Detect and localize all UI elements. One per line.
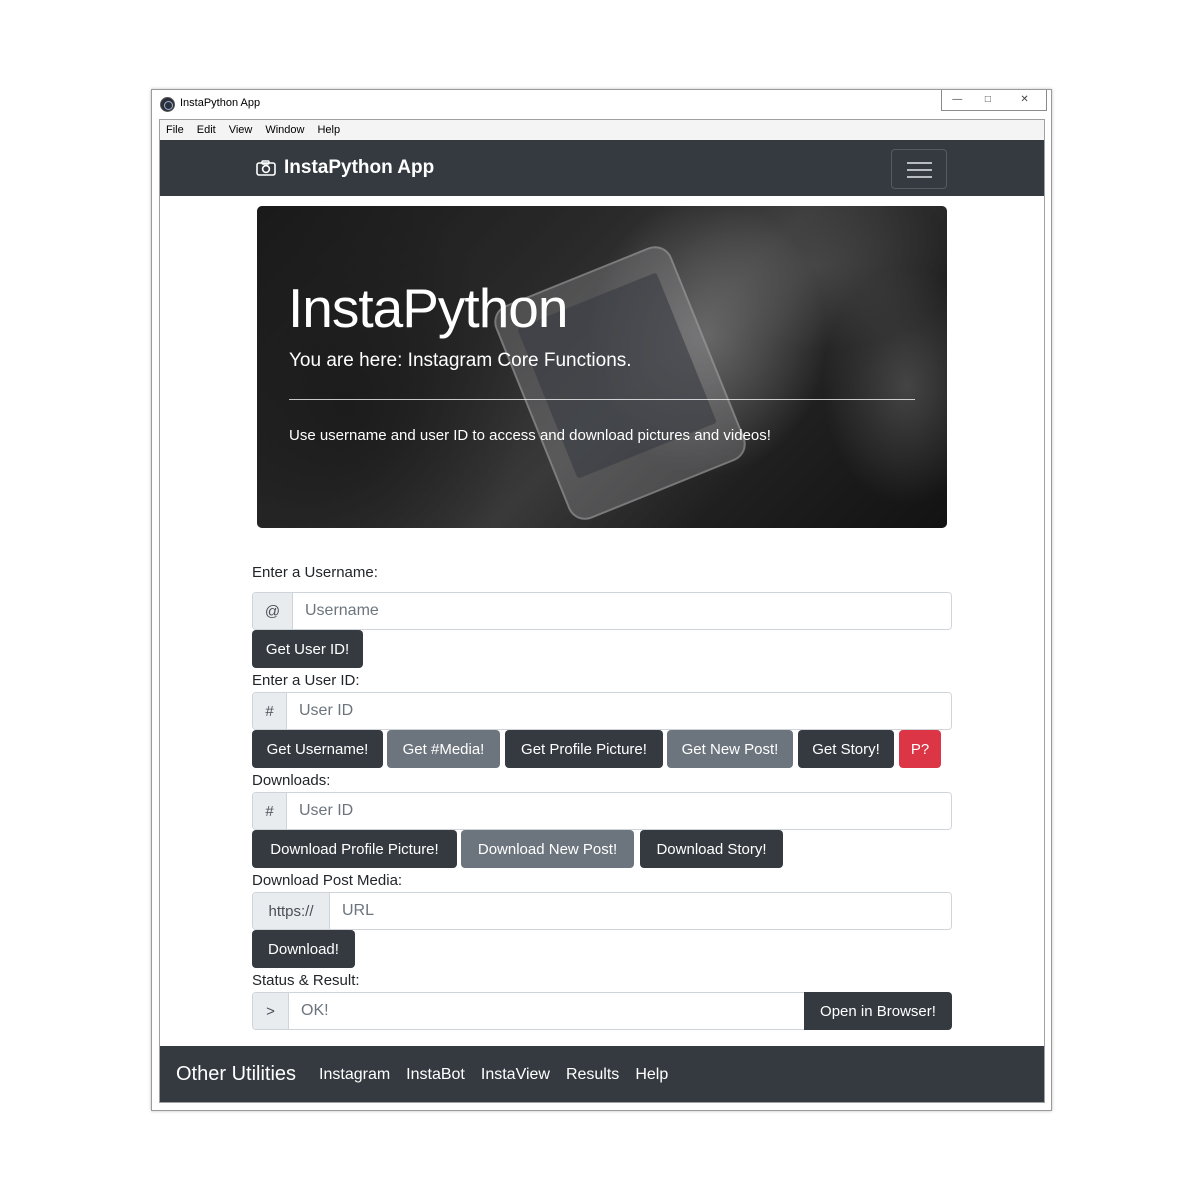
username-input[interactable] xyxy=(293,593,951,629)
userid-input[interactable] xyxy=(287,693,951,729)
download-profile-picture-button[interactable]: Download Profile Picture! xyxy=(252,830,457,868)
https-addon: https:// xyxy=(253,893,330,929)
window-controls: — □ ✕ xyxy=(941,90,1047,111)
footer-link-instagram[interactable]: Instagram xyxy=(319,1066,390,1084)
hamburger-icon xyxy=(907,176,932,178)
prompt-addon: > xyxy=(253,993,289,1029)
post-media-label: Download Post Media: xyxy=(252,872,403,889)
hamburger-icon xyxy=(907,162,932,164)
get-user-id-button[interactable]: Get User ID! xyxy=(252,630,363,668)
downloads-input-group: # xyxy=(252,792,952,830)
hero-jumbotron: InstaPython You are here: Instagram Core… xyxy=(257,206,947,528)
status-label: Status & Result: xyxy=(252,972,360,989)
get-new-post-button[interactable]: Get New Post! xyxy=(667,730,793,768)
menu-edit[interactable]: Edit xyxy=(197,120,216,140)
app-content: InstaPython App InstaPython You are here… xyxy=(159,140,1045,1103)
app-window: InstaPython App — □ ✕ File Edit View Win… xyxy=(151,89,1052,1111)
get-username-button[interactable]: Get Username! xyxy=(252,730,383,768)
at-addon: @ xyxy=(253,593,293,629)
close-button[interactable]: ✕ xyxy=(1003,90,1046,110)
menu-bar: File Edit View Window Help xyxy=(159,119,1045,140)
hero-title: InstaPython xyxy=(288,277,568,339)
menu-view[interactable]: View xyxy=(229,120,253,140)
footer-link-instaview[interactable]: InstaView xyxy=(481,1066,550,1084)
menu-file[interactable]: File xyxy=(166,120,184,140)
electron-app-icon xyxy=(160,97,175,112)
get-media-count-button[interactable]: Get #Media! xyxy=(387,730,500,768)
footer-link-instabot[interactable]: InstaBot xyxy=(406,1066,465,1084)
username-input-group: @ xyxy=(252,592,952,630)
hash-addon: # xyxy=(253,793,287,829)
post-media-input-group: https:// xyxy=(252,892,952,930)
download-new-post-button[interactable]: Download New Post! xyxy=(461,830,634,868)
userid-input-group: # xyxy=(252,692,952,730)
top-navbar: InstaPython App xyxy=(160,140,1044,196)
hero-divider xyxy=(289,399,915,400)
hero-lead: You are here: Instagram Core Functions. xyxy=(289,350,632,371)
downloads-userid-input[interactable] xyxy=(287,793,951,829)
maximize-button[interactable]: □ xyxy=(973,90,1004,110)
status-input-group: > xyxy=(252,992,805,1030)
status-output[interactable] xyxy=(289,993,804,1029)
userid-label: Enter a User ID: xyxy=(252,672,360,689)
bottom-navbar: Other Utilities Instagram InstaBot Insta… xyxy=(160,1046,1044,1102)
hero-text: Use username and user ID to access and d… xyxy=(289,427,771,444)
menu-window[interactable]: Window xyxy=(265,120,304,140)
download-story-button[interactable]: Download Story! xyxy=(640,830,783,868)
get-story-button[interactable]: Get Story! xyxy=(798,730,894,768)
hamburger-icon xyxy=(907,169,932,171)
title-bar[interactable]: InstaPython App — □ ✕ xyxy=(152,90,1051,119)
footer-brand[interactable]: Other Utilities xyxy=(176,1063,296,1086)
private-check-button[interactable]: P? xyxy=(899,730,941,768)
post-url-input[interactable] xyxy=(330,893,951,929)
camera-icon xyxy=(256,160,276,176)
open-in-browser-button[interactable]: Open in Browser! xyxy=(804,992,952,1030)
minimize-button[interactable]: — xyxy=(942,90,973,110)
footer-link-results[interactable]: Results xyxy=(566,1066,619,1084)
downloads-label: Downloads: xyxy=(252,772,331,789)
hash-addon: # xyxy=(253,693,287,729)
navbar-toggler-button[interactable] xyxy=(891,149,947,189)
window-title: InstaPython App xyxy=(180,97,261,109)
navbar-brand[interactable]: InstaPython App xyxy=(256,157,434,179)
footer-link-help[interactable]: Help xyxy=(635,1066,668,1084)
menu-help[interactable]: Help xyxy=(317,120,340,140)
download-button[interactable]: Download! xyxy=(252,930,355,968)
username-label: Enter a Username: xyxy=(252,564,378,581)
brand-label: InstaPython App xyxy=(284,157,435,178)
get-profile-picture-button[interactable]: Get Profile Picture! xyxy=(505,730,663,768)
